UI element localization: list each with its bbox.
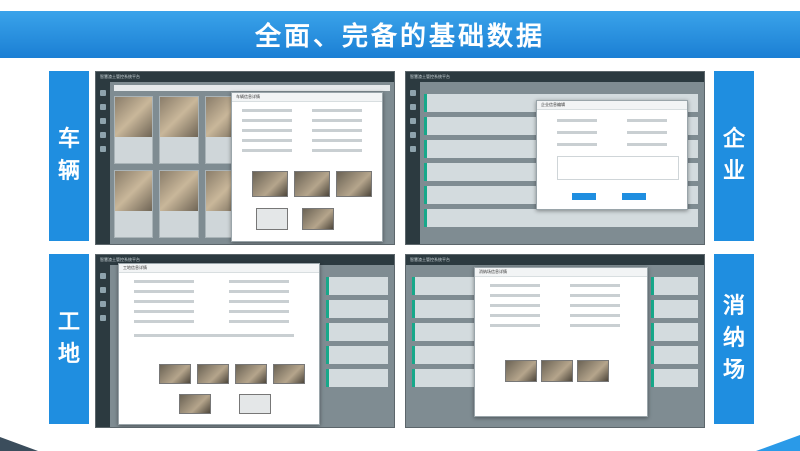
site-photo[interactable]	[235, 364, 267, 384]
label-site: 工 地	[49, 254, 89, 424]
list-item[interactable]	[651, 369, 698, 387]
enterprise-edit-dialog: 企业信息编辑	[536, 100, 688, 210]
site-leftnav	[96, 265, 110, 427]
vehicle-photo[interactable]	[336, 171, 372, 197]
remark-textarea[interactable]	[557, 156, 679, 180]
vehicle-photo[interactable]	[302, 208, 334, 230]
vehicle-detail-dialog: 车辆信息详情	[231, 92, 383, 242]
label-site-text: 工 地	[57, 310, 80, 367]
vehicle-dialog-title: 车辆信息详情	[232, 93, 382, 102]
disposal-photo[interactable]	[505, 360, 537, 382]
vehicle-screen: 智慧渣土管控系统平台 车辆信息详情	[95, 71, 395, 245]
disposal-topbar: 智慧渣土管控系统平台	[406, 255, 704, 265]
vehicle-leftnav	[96, 82, 110, 244]
vehicle-photo[interactable]	[252, 171, 288, 197]
page-title: 全面、完备的基础数据	[254, 22, 545, 52]
save-button[interactable]	[572, 193, 596, 200]
enterprise-app-title: 智慧渣土管控系统平台	[410, 74, 450, 79]
list-item[interactable]	[326, 300, 388, 318]
site-photo[interactable]	[197, 364, 229, 384]
label-vehicle-text: 车 辆	[57, 127, 80, 184]
vehicle-photo-empty[interactable]	[256, 208, 288, 230]
list-item[interactable]	[326, 277, 388, 295]
disposal-list-right	[651, 277, 698, 421]
corner-decoration-left	[0, 437, 38, 451]
disposal-dialog-title: 消纳场信息详情	[475, 268, 647, 277]
site-photo[interactable]	[159, 364, 191, 384]
label-disposal-text: 消 纳 场	[722, 294, 745, 383]
enterprise-dialog-title: 企业信息编辑	[537, 101, 687, 110]
list-item[interactable]	[326, 323, 388, 341]
vehicle-cards	[114, 96, 244, 238]
title-banner: 全面、完备的基础数据	[0, 11, 800, 58]
enterprise-leftnav	[406, 82, 420, 244]
list-item[interactable]	[412, 346, 474, 364]
site-photo-empty[interactable]	[239, 394, 271, 414]
disposal-detail-dialog: 消纳场信息详情	[474, 267, 648, 417]
vehicle-app-title: 智慧渣土管控系统平台	[100, 74, 140, 79]
list-item[interactable]	[651, 346, 698, 364]
list-item[interactable]	[651, 277, 698, 295]
disposal-app-title: 智慧渣土管控系统平台	[410, 257, 450, 262]
vehicle-card[interactable]	[159, 170, 199, 238]
vehicle-photo[interactable]	[294, 171, 330, 197]
vehicle-topbar: 智慧渣土管控系统平台	[96, 72, 394, 82]
enterprise-topbar: 智慧渣土管控系统平台	[406, 72, 704, 82]
disposal-screen: 智慧渣土管控系统平台 消纳场信息详情	[405, 254, 705, 428]
list-item[interactable]	[412, 277, 474, 295]
site-dialog-title: 工地信息详情	[119, 264, 319, 273]
label-enterprise-text: 企 业	[722, 127, 745, 184]
disposal-list-left	[412, 277, 474, 421]
disposal-photo[interactable]	[577, 360, 609, 382]
site-photo[interactable]	[179, 394, 211, 414]
corner-decoration-right	[756, 435, 800, 451]
vehicle-card[interactable]	[159, 96, 199, 164]
list-item[interactable]	[651, 323, 698, 341]
disposal-photo[interactable]	[541, 360, 573, 382]
list-item[interactable]	[326, 346, 388, 364]
list-item[interactable]	[412, 369, 474, 387]
site-photo[interactable]	[273, 364, 305, 384]
site-screen: 智慧渣土管控系统平台 工地信息详情	[95, 254, 395, 428]
enterprise-screen: 智慧渣土管控系统平台 企业信息编辑	[405, 71, 705, 245]
vehicle-card[interactable]	[114, 96, 154, 164]
vehicle-card[interactable]	[114, 170, 154, 238]
label-vehicle: 车 辆	[49, 71, 89, 241]
cancel-button[interactable]	[622, 193, 646, 200]
list-item[interactable]	[412, 300, 474, 318]
site-list	[326, 277, 388, 421]
list-item[interactable]	[424, 209, 698, 227]
label-disposal: 消 纳 场	[714, 254, 754, 424]
list-item[interactable]	[412, 323, 474, 341]
list-item[interactable]	[651, 300, 698, 318]
list-item[interactable]	[326, 369, 388, 387]
label-enterprise: 企 业	[714, 71, 754, 241]
site-detail-dialog: 工地信息详情	[118, 263, 320, 425]
